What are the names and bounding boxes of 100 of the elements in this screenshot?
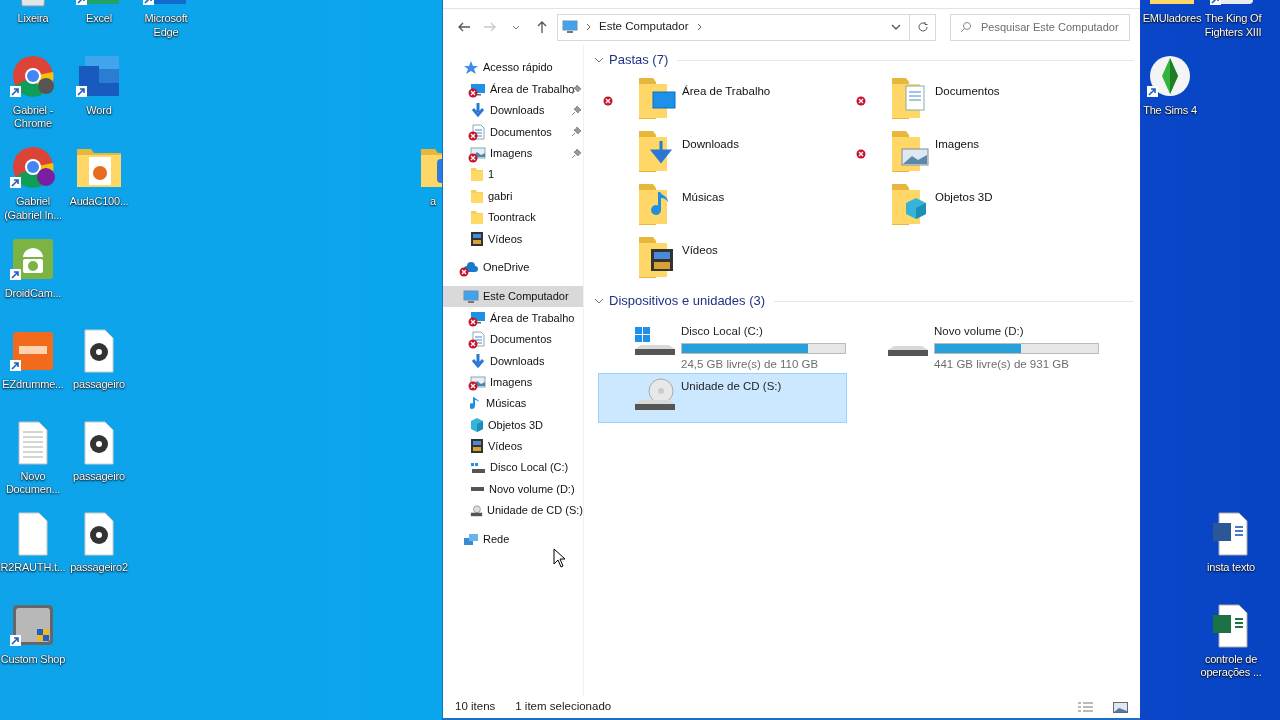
- nav-item[interactable]: Unidade de CD (S:): [443, 499, 583, 522]
- nav-item[interactable]: Acesso rápido: [443, 57, 583, 79]
- folder-tile[interactable]: Músicas: [598, 183, 851, 231]
- computer-icon: [562, 20, 578, 34]
- sync-error-icon: [468, 131, 478, 142]
- download-icon: [470, 352, 486, 369]
- shortcut-arrow-icon: [76, 85, 87, 97]
- drive-name: Disco Local (C:): [681, 324, 764, 339]
- sync-error-icon: [468, 88, 478, 99]
- desktop-icon-label[interactable]: EMUladores: [1142, 12, 1202, 26]
- drive-name: Novo volume (D:): [934, 324, 1025, 339]
- sync-error-icon: [459, 267, 469, 277]
- music-note-icon: [470, 396, 482, 412]
- folder-tile[interactable]: Documentos: [851, 77, 1104, 125]
- chevron-icon: [696, 23, 702, 31]
- drive-icon: [887, 345, 929, 357]
- nav-item[interactable]: Área de Trabalho: [443, 78, 583, 100]
- nav-item[interactable]: Músicas: [443, 392, 583, 415]
- nav-item[interactable]: Downloads: [443, 350, 583, 372]
- shortcut-arrow-icon: [10, 634, 21, 646]
- pin-icon: [572, 127, 581, 137]
- sync-error-icon: [468, 152, 478, 163]
- computer-icon: [463, 289, 479, 304]
- chevron-icon[interactable]: [594, 298, 604, 304]
- sync-error-icon: [468, 381, 478, 392]
- nav-item[interactable]: Imagens: [443, 371, 583, 393]
- large-icons-view-icon[interactable]: [1113, 701, 1128, 713]
- nav-item[interactable]: gabri: [443, 185, 583, 207]
- nav-item[interactable]: Toontrack: [443, 206, 583, 229]
- chevron-icon: [586, 23, 591, 31]
- cloud-icon: [463, 262, 479, 274]
- drive-icon: [470, 486, 485, 493]
- selection-count: 1 item selecionado: [515, 699, 612, 715]
- nav-item[interactable]: Vídeos: [443, 228, 583, 250]
- search-field[interactable]: Pesquisar Este Computador: [950, 13, 1130, 41]
- address-bar[interactable]: Este Computador: [557, 13, 936, 41]
- desktop-folder-icon: [638, 77, 676, 119]
- chevron-icon[interactable]: [594, 57, 604, 63]
- drive-name: Unidade de CD (S:): [681, 379, 782, 394]
- folder-icon: [470, 167, 484, 183]
- nav-item[interactable]: Novo volume (D:): [443, 478, 583, 500]
- folder-tile[interactable]: Imagens: [851, 130, 1104, 178]
- shortcut-arrow-icon: [10, 177, 21, 188]
- nav-item[interactable]: 1: [443, 163, 583, 186]
- up-icon: [535, 20, 549, 34]
- network-icon: [463, 532, 479, 546]
- pin-icon: [572, 84, 581, 94]
- item-count: 10 itens: [455, 699, 496, 715]
- disc-drive-icon: [470, 503, 483, 518]
- nav-item[interactable]: Vídeos: [443, 435, 583, 458]
- desktop-icon-label[interactable]: insta texto: [1207, 561, 1255, 575]
- sync-error-icon: [603, 96, 613, 106]
- group-header[interactable]: Dispositivos e unidades (3): [609, 291, 766, 311]
- search-icon: [960, 21, 971, 33]
- nav-item[interactable]: Rede: [443, 528, 583, 551]
- drive-icon: [470, 461, 486, 474]
- shortcut-arrow-icon: [10, 360, 21, 371]
- forward-icon: [483, 20, 497, 34]
- folder-icon: [470, 209, 484, 225]
- sync-error-icon: [468, 338, 478, 349]
- nav-item[interactable]: Documentos: [443, 328, 583, 351]
- back-icon: [457, 20, 471, 34]
- disc-drive-icon: [634, 378, 676, 412]
- folder-tile[interactable]: Área de Trabalho: [598, 77, 851, 125]
- nav-item[interactable]: Imagens: [443, 142, 583, 164]
- film-icon: [470, 230, 484, 247]
- nav-item[interactable]: OneDrive: [443, 257, 583, 279]
- cube-icon: [470, 416, 484, 433]
- group-header[interactable]: Pastas (7): [609, 50, 669, 70]
- drive-tile[interactable]: Unidade de CD (S:): [598, 373, 847, 423]
- refresh-icon: [916, 21, 929, 33]
- folder-tile[interactable]: Objetos 3D: [851, 183, 1104, 231]
- film-icon: [470, 438, 484, 455]
- mouse-cursor-icon: [553, 548, 567, 568]
- sync-error-icon: [856, 96, 866, 106]
- pictures-folder-icon: [891, 130, 929, 172]
- shortcut-arrow-icon: [10, 85, 21, 97]
- nav-item[interactable]: Este Computador: [443, 285, 583, 308]
- desktop-icon-label[interactable]: controle de operações ...: [1196, 652, 1266, 680]
- star-icon: [463, 59, 479, 76]
- address-path[interactable]: Este Computador: [599, 18, 689, 36]
- pin-icon: [572, 105, 581, 115]
- sync-error-icon: [856, 149, 866, 159]
- folder-tile[interactable]: Vídeos: [598, 236, 851, 284]
- drive-icon: [634, 327, 676, 357]
- folder-tile[interactable]: Downloads: [598, 130, 851, 178]
- nav-item[interactable]: Downloads: [443, 99, 583, 122]
- shortcut-arrow-icon: [1147, 85, 1158, 97]
- nav-item[interactable]: Objetos 3D: [443, 414, 583, 436]
- nav-item[interactable]: Documentos: [443, 121, 583, 143]
- folder-icon: [470, 188, 484, 204]
- shortcut-arrow-icon: [10, 268, 21, 280]
- nav-item[interactable]: Disco Local (C:): [443, 457, 583, 479]
- nav-item[interactable]: Área de Trabalho: [443, 307, 583, 329]
- dropdown-icon[interactable]: [891, 24, 901, 30]
- sync-error-icon: [468, 317, 478, 328]
- desktop-icon-label[interactable]: The Sims 4: [1143, 103, 1197, 118]
- 3d-objects-folder-icon: [891, 183, 929, 225]
- videos-folder-icon: [638, 236, 676, 278]
- download-icon: [470, 102, 486, 119]
